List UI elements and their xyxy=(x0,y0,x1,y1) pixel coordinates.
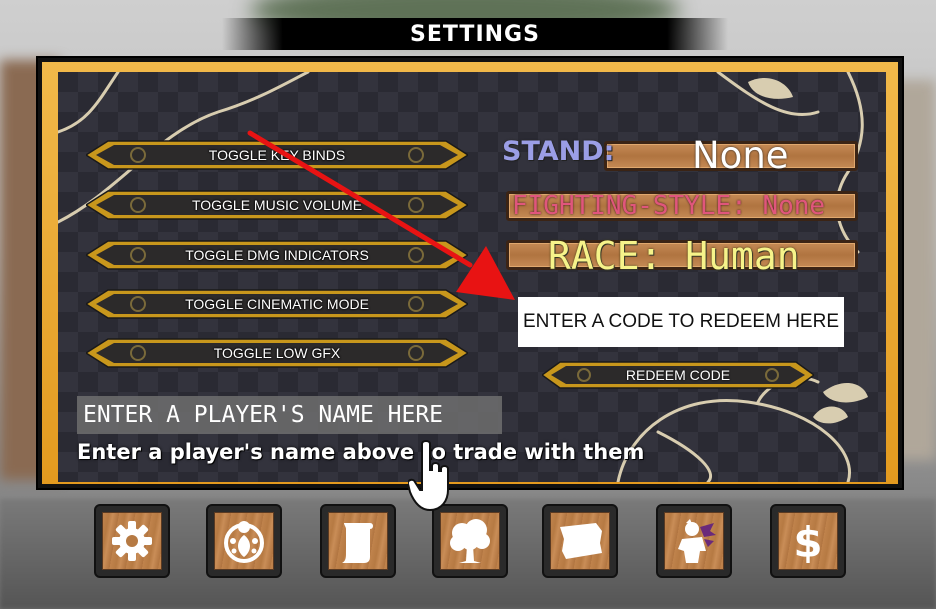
race-text: RACE: Human xyxy=(548,234,800,278)
settings-title: SETTINGS xyxy=(410,21,540,47)
wood-tile xyxy=(550,512,610,570)
toggle-music-volume-button[interactable]: TOGGLE MUSIC VOLUME xyxy=(86,190,468,220)
fighting-style-text: FIGHTING-STYLE: None xyxy=(512,191,826,221)
trade-hint-text: Enter a player's name above to trade wit… xyxy=(77,440,645,464)
svg-text:$: $ xyxy=(793,518,822,565)
toggle-label: TOGGLE DMG INDICATORS xyxy=(185,247,369,263)
hand-pointer-icon xyxy=(408,440,449,512)
wood-tile: $ xyxy=(778,512,838,570)
banner-icon xyxy=(560,523,602,559)
shop-dollar-button[interactable]: $ xyxy=(770,504,846,578)
redeem-code-label: REDEEM CODE xyxy=(625,367,731,383)
scroll-button[interactable] xyxy=(320,504,396,578)
ladybug-icon xyxy=(224,521,264,563)
player-name-input[interactable] xyxy=(77,396,502,434)
settings-gear-button[interactable] xyxy=(94,504,170,578)
toggle-label: TOGGLE KEY BINDS xyxy=(208,147,346,163)
wood-tile xyxy=(102,512,162,570)
toggle-label: TOGGLE LOW GFX xyxy=(213,345,341,361)
banner-button[interactable] xyxy=(542,504,618,578)
character-icon xyxy=(678,519,716,563)
wood-tile xyxy=(214,512,274,570)
wood-tile xyxy=(664,512,724,570)
redeem-code-button[interactable]: REDEEM CODE xyxy=(542,361,814,389)
toggle-cinematic-mode-button[interactable]: TOGGLE CINEMATIC MODE xyxy=(86,289,468,319)
stand-value: None xyxy=(692,134,789,177)
toggle-key-binds-button[interactable]: TOGGLE KEY BINDS xyxy=(86,140,468,170)
stand-label: STAND: xyxy=(502,136,615,167)
toggle-dmg-indicators-button[interactable]: TOGGLE DMG INDICATORS xyxy=(86,240,468,270)
redeem-code-input[interactable] xyxy=(518,297,844,347)
ladybug-button[interactable] xyxy=(206,504,282,578)
character-button[interactable] xyxy=(656,504,732,578)
gear-icon xyxy=(112,521,152,561)
toggle-label: TOGGLE MUSIC VOLUME xyxy=(191,197,363,213)
dollar-icon: $ xyxy=(793,518,822,565)
wood-tile xyxy=(440,512,500,570)
tree-icon xyxy=(450,519,490,563)
scroll-icon xyxy=(342,523,373,563)
tree-button[interactable] xyxy=(432,504,508,578)
wood-tile xyxy=(328,512,388,570)
toggle-label: TOGGLE CINEMATIC MODE xyxy=(185,296,369,312)
toggle-low-gfx-button[interactable]: TOGGLE LOW GFX xyxy=(86,338,468,368)
settings-title-bar: SETTINGS xyxy=(222,18,728,50)
